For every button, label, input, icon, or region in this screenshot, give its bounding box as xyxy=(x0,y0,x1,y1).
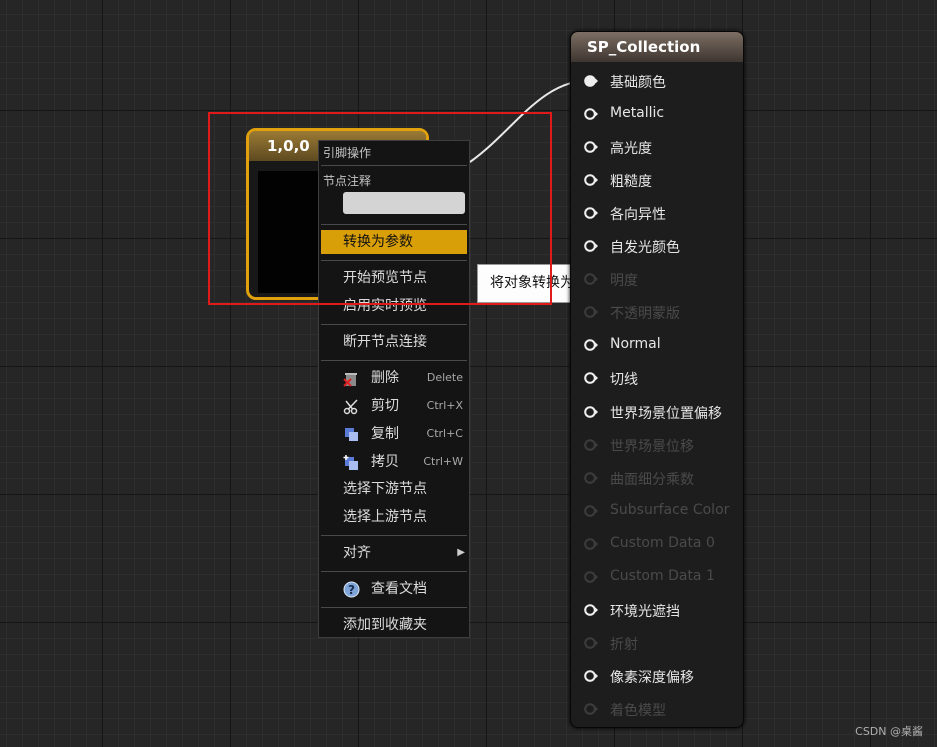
pin-label: 折射 xyxy=(610,637,638,653)
material-node-title: SP_Collection xyxy=(571,32,743,62)
copy-icon xyxy=(345,428,358,441)
pin-label: 切线 xyxy=(610,372,638,388)
duplicate-item[interactable]: 拷贝 Ctrl+W xyxy=(321,450,467,474)
start-preview-item[interactable]: 开始预览节点 xyxy=(321,266,467,290)
pin-label: Custom Data 1 xyxy=(610,568,715,584)
pin-label: 世界场景位移 xyxy=(610,439,694,455)
menu-separator xyxy=(321,360,467,361)
align-submenu-item[interactable]: 对齐 ▶ xyxy=(321,541,467,565)
pin-icon[interactable] xyxy=(584,206,598,220)
duplicate-shortcut: Ctrl+W xyxy=(423,455,463,468)
cut-label: 剪切 xyxy=(371,398,399,414)
select-upstream-item[interactable]: 选择上游节点 xyxy=(321,505,467,529)
delete-shortcut: Delete xyxy=(426,371,463,384)
pin-label: 曲面细分乘数 xyxy=(610,472,694,488)
pin-label: Normal xyxy=(610,336,661,352)
pin-connected-icon[interactable] xyxy=(584,74,598,88)
pin-icon[interactable] xyxy=(584,272,598,286)
pin-icon[interactable] xyxy=(584,371,598,385)
svg-text:?: ? xyxy=(348,583,355,597)
menu-separator xyxy=(321,260,467,261)
pin-icon[interactable] xyxy=(584,338,598,352)
enable-realtime-preview-item[interactable]: 启用实时预览 xyxy=(321,294,467,318)
pin-label: 不透明蒙版 xyxy=(610,306,680,322)
delete-label: 删除 xyxy=(371,370,399,386)
pin-icon[interactable] xyxy=(584,140,598,154)
delete-icon xyxy=(343,373,357,387)
pin-icon[interactable] xyxy=(584,471,598,485)
pin-label: 世界场景位置偏移 xyxy=(610,406,722,422)
pin-icon[interactable] xyxy=(584,669,598,683)
pin-icon[interactable] xyxy=(584,702,598,716)
menu-separator xyxy=(321,224,467,225)
duplicate-icon xyxy=(343,455,358,470)
select-downstream-item[interactable]: 选择下游节点 xyxy=(321,477,467,501)
convert-to-parameter-label: 转换为参数 xyxy=(343,234,413,250)
pin-icon[interactable] xyxy=(584,504,598,518)
pin-label: Metallic xyxy=(610,105,665,121)
pin-icon[interactable] xyxy=(584,570,598,584)
duplicate-label: 拷贝 xyxy=(371,454,399,470)
pin-icon[interactable] xyxy=(584,107,598,121)
add-to-favorites-label: 添加到收藏夹 xyxy=(343,617,427,633)
cut-item[interactable]: 剪切 Ctrl+X xyxy=(321,394,467,418)
constant-node-preview xyxy=(258,171,320,293)
pin-label: 高光度 xyxy=(610,141,652,157)
help-icon: ? xyxy=(343,581,360,598)
section-node-comment: 节点注释 xyxy=(323,174,372,188)
pin-label: 基础颜色 xyxy=(610,75,666,91)
copy-label: 复制 xyxy=(371,426,399,442)
pin-label: 明度 xyxy=(610,273,638,289)
copy-shortcut: Ctrl+C xyxy=(426,427,463,440)
view-docs-label: 查看文档 xyxy=(371,581,427,597)
pin-icon[interactable] xyxy=(584,405,598,419)
pin-icon[interactable] xyxy=(584,537,598,551)
cut-shortcut: Ctrl+X xyxy=(426,399,463,412)
pin-icon[interactable] xyxy=(584,173,598,187)
menu-separator xyxy=(321,571,467,572)
chevron-right-icon: ▶ xyxy=(457,547,465,558)
node-comment-input[interactable] xyxy=(343,192,465,214)
select-upstream-label: 选择上游节点 xyxy=(343,509,427,525)
pin-label: 着色模型 xyxy=(610,703,666,719)
pin-icon[interactable] xyxy=(584,438,598,452)
pin-label: 粗糙度 xyxy=(610,174,652,190)
pin-icon[interactable] xyxy=(584,305,598,319)
enable-realtime-preview-label: 启用实时预览 xyxy=(343,298,427,314)
add-to-favorites-item[interactable]: 添加到收藏夹 xyxy=(321,613,467,637)
menu-separator xyxy=(321,607,467,608)
pin-label: 环境光遮挡 xyxy=(610,604,680,620)
section-pin-actions: 引脚操作 xyxy=(323,146,372,160)
scissors-icon xyxy=(343,399,358,415)
watermark: CSDN @桌酱 xyxy=(855,725,923,738)
delete-item[interactable]: 删除 Delete xyxy=(321,366,467,390)
context-menu: 引脚操作 节点注释 转换为参数 开始预览节点 启用实时预览 断开节点连接 删除 … xyxy=(318,140,470,638)
break-links-item[interactable]: 断开节点连接 xyxy=(321,330,467,354)
pin-icon[interactable] xyxy=(584,239,598,253)
copy-item[interactable]: 复制 Ctrl+C xyxy=(321,422,467,446)
pin-label: Subsurface Color xyxy=(610,502,730,518)
menu-separator xyxy=(321,324,467,325)
pin-label: Custom Data 0 xyxy=(610,535,715,551)
material-output-node[interactable]: SP_Collection 基础颜色 Metallic 高光度粗糙度各向异性自发光颜… xyxy=(570,31,744,728)
menu-separator xyxy=(321,165,467,166)
pin-label: 各向异性 xyxy=(610,207,666,223)
convert-to-parameter-item[interactable]: 转换为参数 xyxy=(321,230,467,254)
pin-label: 自发光颜色 xyxy=(610,240,680,256)
pin-label: 像素深度偏移 xyxy=(610,670,694,686)
view-docs-item[interactable]: ? 查看文档 xyxy=(321,577,467,601)
menu-separator xyxy=(321,535,467,536)
pin-icon[interactable] xyxy=(584,636,598,650)
align-label: 对齐 xyxy=(343,545,371,561)
select-downstream-label: 选择下游节点 xyxy=(343,481,427,497)
start-preview-label: 开始预览节点 xyxy=(343,270,427,286)
pin-icon[interactable] xyxy=(584,603,598,617)
break-links-label: 断开节点连接 xyxy=(343,334,427,350)
